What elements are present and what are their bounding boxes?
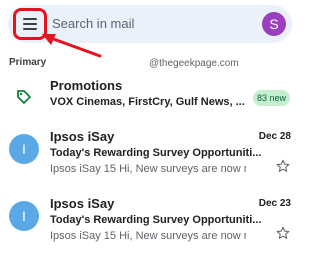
email-date: Dec 28 <box>258 131 291 142</box>
watermark: @thegeekpage.com <box>149 58 239 69</box>
account-avatar[interactable]: S <box>262 12 286 36</box>
red-arrow-annotation <box>42 34 102 58</box>
sender-avatar: I <box>9 201 39 231</box>
promotions-row[interactable]: Promotions VOX Cinemas, FirstCry, Gulf N… <box>0 74 300 118</box>
promotions-title: Promotions <box>50 78 123 93</box>
hamburger-menu-icon <box>23 18 37 20</box>
sender-avatar: I <box>9 134 39 164</box>
email-subject: Today's Rewarding Survey Opportuniti... <box>50 214 262 226</box>
new-count-badge: 83 new <box>252 90 290 106</box>
hamburger-menu-icon-line <box>23 23 37 25</box>
gmail-mobile-inbox: Search in mail S Primary @thegeekpage.co… <box>0 0 300 257</box>
section-label-primary: Primary <box>9 57 47 68</box>
email-subject: Today's Rewarding Survey Opportuniti... <box>50 147 262 159</box>
search-input[interactable]: Search in mail <box>52 16 134 31</box>
email-row[interactable]: I Ipsos iSay Dec 23 Today's Rewarding Su… <box>0 196 300 256</box>
email-date: Dec 23 <box>258 198 291 209</box>
hamburger-menu-icon-line <box>23 28 37 30</box>
tag-icon <box>17 90 31 104</box>
email-snippet: Ipsos iSay 15 Hi, New surveys are now re… <box>50 163 246 175</box>
email-sender: Ipsos iSay <box>50 129 115 144</box>
promotions-senders: VOX Cinemas, FirstCry, Gulf News, ... <box>50 96 245 108</box>
email-sender: Ipsos iSay <box>50 196 115 211</box>
email-row[interactable]: I Ipsos iSay Dec 28 Today's Rewarding Su… <box>0 129 300 189</box>
star-outline-icon[interactable] <box>275 158 291 174</box>
email-snippet: Ipsos iSay 15 Hi, New surveys are now re… <box>50 230 246 242</box>
star-outline-icon[interactable] <box>275 225 291 241</box>
